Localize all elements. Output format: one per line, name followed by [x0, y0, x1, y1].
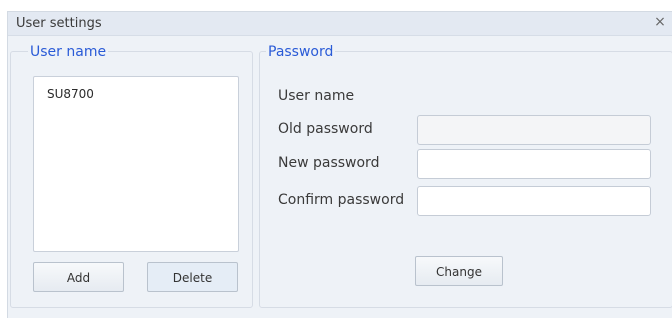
title-bar: User settings ×: [8, 12, 672, 36]
change-password-button[interactable]: Change: [415, 256, 503, 286]
add-user-button[interactable]: Add: [33, 262, 124, 292]
user-name-label: User name: [278, 88, 355, 104]
old-password-field[interactable]: [417, 115, 651, 145]
user-settings-dialog: User settings × User name SU8700 Add Del…: [7, 11, 672, 318]
list-item[interactable]: SU8700: [47, 87, 94, 101]
old-password-label: Old password: [278, 121, 373, 137]
new-password-label: New password: [278, 155, 380, 171]
confirm-password-label: Confirm password: [278, 192, 405, 208]
user-name-group-title: User name: [28, 44, 109, 60]
new-password-field[interactable]: [417, 149, 651, 179]
dialog-title: User settings: [16, 16, 102, 31]
delete-user-button[interactable]: Delete: [147, 262, 238, 292]
password-group-title: Password: [266, 44, 336, 60]
close-icon[interactable]: ×: [652, 14, 668, 30]
confirm-password-field[interactable]: [417, 186, 651, 216]
user-list[interactable]: SU8700: [33, 76, 239, 252]
